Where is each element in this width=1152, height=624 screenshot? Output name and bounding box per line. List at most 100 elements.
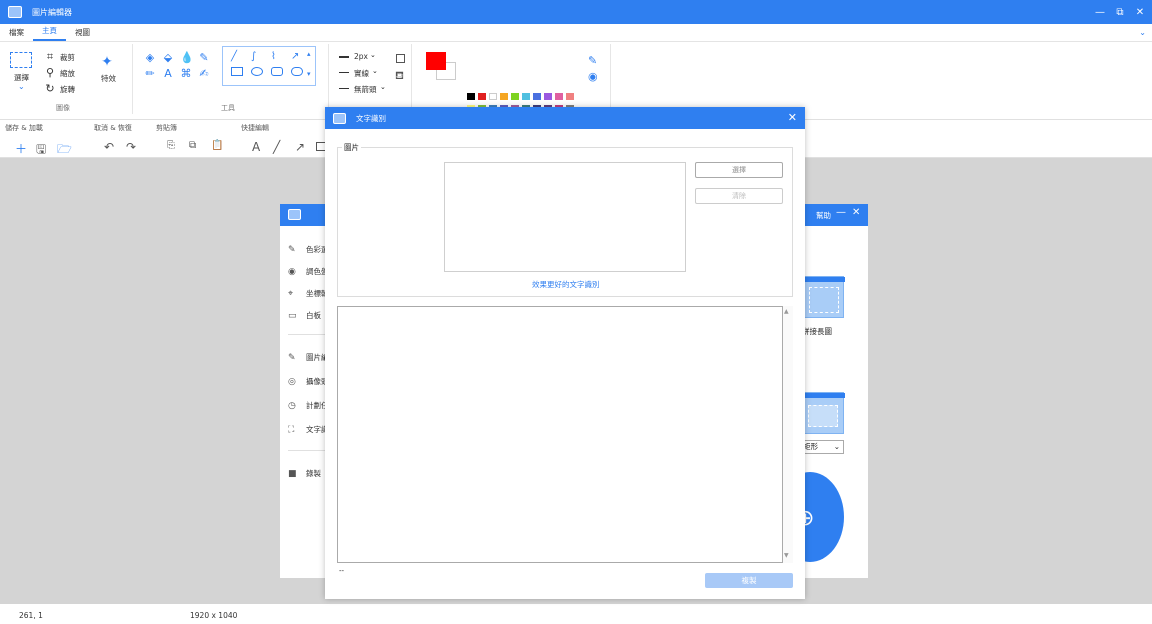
app-icon xyxy=(288,209,301,220)
line-style-select[interactable]: 實線 xyxy=(354,68,369,79)
drop-icon[interactable]: 💧 xyxy=(180,52,194,64)
text-icon[interactable]: A xyxy=(252,140,260,154)
select-icon[interactable] xyxy=(10,52,32,68)
copy-icon[interactable]: ⧉ xyxy=(189,140,196,151)
ocr-dialog: 文字識別 ✕ 圖片 選擇 清除 效果更好的文字識別 ▲ ▼ -- 複製 xyxy=(325,107,805,599)
color-swatch[interactable] xyxy=(566,93,574,100)
mosaic-icon[interactable]: ⌘ xyxy=(180,68,192,80)
chevron-down-icon: ⌄ xyxy=(370,51,376,59)
app-icon xyxy=(333,112,346,124)
ocr-dialog-title: 文字識別 xyxy=(356,113,386,123)
minimize-icon[interactable]: — xyxy=(1094,7,1106,18)
undo-icon[interactable]: ↶ xyxy=(104,140,114,154)
ellipse-icon xyxy=(251,67,263,76)
line-style-icon xyxy=(339,72,349,73)
app-title: 圖片編輯器 xyxy=(32,7,72,17)
color-swatch[interactable] xyxy=(522,93,530,100)
maximize-icon[interactable]: ⧉ xyxy=(1114,7,1126,18)
select-button[interactable]: 選擇 xyxy=(695,162,783,178)
ocr-icon: ⛶ xyxy=(288,424,295,435)
rectangle-capture-thumbnail[interactable] xyxy=(802,392,845,434)
color-picker-icon[interactable]: ✎ xyxy=(588,54,597,67)
close-icon[interactable]: ✕ xyxy=(1134,7,1146,18)
highlighter-icon[interactable]: ✍ xyxy=(198,68,210,80)
eraser-icon[interactable]: ⬙ xyxy=(162,52,174,64)
magic-wand-icon[interactable]: ✦ xyxy=(101,55,113,69)
color-swatch[interactable] xyxy=(478,93,486,100)
better-ocr-link[interactable]: 效果更好的文字識別 xyxy=(532,279,600,290)
paint-bucket-icon[interactable]: ⛾ xyxy=(395,69,404,84)
cut-icon[interactable]: ⎘ xyxy=(167,140,175,151)
arrow-select[interactable]: 無箭頭 xyxy=(354,84,377,95)
chevron-down-icon[interactable]: ⌄ xyxy=(1139,28,1146,37)
arrow-icon[interactable]: ↗ xyxy=(295,140,305,154)
line-icon: ╱ xyxy=(231,51,238,62)
effects-button[interactable]: 特效 xyxy=(101,73,116,84)
color-swatch[interactable] xyxy=(489,93,497,100)
shapes-gallery[interactable]: ╱ ∫ ⌇ ↗ xyxy=(222,46,316,86)
resize-button[interactable]: 縮放 xyxy=(60,68,75,79)
rounded-rect-icon xyxy=(271,67,283,76)
image-preview[interactable] xyxy=(444,162,686,272)
color-swatch[interactable] xyxy=(511,93,519,100)
clipboard-label: 剪貼簿 xyxy=(156,124,177,132)
menu-item: 白板 xyxy=(306,311,321,320)
paste-icon[interactable]: 📋 xyxy=(211,140,223,151)
image-group-label: 圖像 xyxy=(56,104,70,112)
fill-icon[interactable]: ◈ xyxy=(144,52,156,64)
scroll-down-icon[interactable]: ▾ xyxy=(307,70,311,78)
record-icon: ■ xyxy=(288,468,297,479)
quick-edit-label: 快捷編輯 xyxy=(241,124,269,132)
marker-icon[interactable]: ✎ xyxy=(198,52,210,64)
image-legend: 圖片 xyxy=(342,142,361,153)
line-icon[interactable]: ╱ xyxy=(273,140,280,154)
clear-button[interactable]: 清除 xyxy=(695,188,783,204)
result-textarea[interactable] xyxy=(337,306,783,563)
line-width-icon xyxy=(339,56,349,58)
long-screenshot-label: 拼接長圖 xyxy=(802,327,832,336)
tab-home[interactable]: 主頁 xyxy=(33,25,66,41)
close-icon[interactable]: ✕ xyxy=(788,111,797,124)
tab-file[interactable]: 檔案 xyxy=(0,27,33,41)
pencil-icon[interactable]: ✏ xyxy=(144,68,156,80)
redo-icon[interactable]: ↷ xyxy=(126,140,136,154)
help-link[interactable]: 幫助 xyxy=(816,210,831,221)
menu-bar: 檔案 主頁 視圖 ⌄ xyxy=(0,24,1152,42)
minimize-icon[interactable]: — xyxy=(836,207,846,218)
speech-bubble-icon xyxy=(291,67,303,76)
copy-button[interactable]: 複製 xyxy=(705,573,793,588)
chevron-down-icon[interactable]: ⌄ xyxy=(18,82,25,91)
menu-item: 錄製 xyxy=(306,469,321,478)
camera-icon: ◎ xyxy=(288,376,296,387)
crop-button[interactable]: 裁剪 xyxy=(60,52,75,63)
crosshair-icon: ⌖ xyxy=(288,288,294,299)
color-swatch[interactable] xyxy=(500,93,508,100)
palette-icon[interactable]: ◉ xyxy=(588,70,598,83)
chevron-down-icon: ⌄ xyxy=(380,83,386,91)
scroll-up-icon[interactable]: ▴ xyxy=(307,50,311,58)
color-swatch[interactable] xyxy=(467,93,475,100)
long-screenshot-thumbnail[interactable] xyxy=(802,276,845,318)
pen-icon: ✎ xyxy=(288,352,296,363)
color-swatch[interactable] xyxy=(555,93,563,100)
app-icon xyxy=(8,6,22,18)
status-bar: 261, 1 1920 x 1040 xyxy=(0,604,1152,624)
pen-icon: ✎ xyxy=(288,244,296,255)
result-scrollbar[interactable]: ▲ ▼ xyxy=(783,306,793,563)
tools-group-label: 工具 xyxy=(221,104,235,112)
shape-outline-icon[interactable] xyxy=(396,54,405,63)
save-load-label: 儲存 & 加載 xyxy=(5,124,43,132)
text-icon[interactable]: A xyxy=(162,68,174,80)
title-bar: 圖片編輯器 — ⧉ ✕ xyxy=(0,0,1152,24)
tab-view[interactable]: 視圖 xyxy=(66,27,99,41)
rotate-button[interactable]: 旋轉 xyxy=(60,84,75,95)
zoom-icon: ⚲ xyxy=(45,66,55,79)
primary-color-swatch[interactable] xyxy=(426,52,446,70)
close-icon[interactable]: ✕ xyxy=(852,207,860,218)
arrow-style-icon xyxy=(339,88,349,89)
color-swatch[interactable] xyxy=(544,93,552,100)
whiteboard-icon: ▭ xyxy=(288,310,297,321)
color-swatch[interactable] xyxy=(533,93,541,100)
line-size-select[interactable]: 2px xyxy=(354,52,368,61)
new-icon[interactable]: ＋ xyxy=(15,140,27,157)
